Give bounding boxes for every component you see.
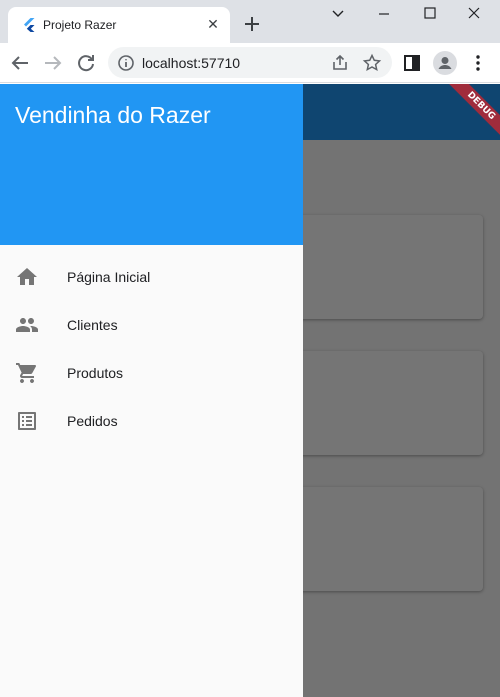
share-icon[interactable] bbox=[330, 53, 350, 73]
drawer-title: Vendinha do Razer bbox=[15, 102, 211, 128]
new-tab-icon[interactable] bbox=[240, 12, 264, 36]
menu-item-label: Produtos bbox=[67, 365, 124, 381]
info-icon[interactable] bbox=[117, 54, 135, 72]
more-menu-icon[interactable] bbox=[466, 51, 490, 75]
profile-avatar[interactable] bbox=[433, 51, 457, 75]
forward-icon[interactable] bbox=[41, 51, 65, 75]
list-icon bbox=[18, 412, 36, 430]
chevron-down-icon[interactable] bbox=[320, 2, 356, 24]
reload-icon[interactable] bbox=[74, 51, 98, 75]
people-icon bbox=[16, 318, 38, 332]
menu-item-home[interactable]: Página Inicial bbox=[0, 253, 303, 301]
tab-title: Projeto Razer bbox=[43, 18, 117, 32]
menu-item-label: Pedidos bbox=[67, 413, 118, 429]
star-icon[interactable] bbox=[362, 53, 382, 73]
minimize-icon[interactable] bbox=[366, 2, 402, 24]
menu-item-label: Página Inicial bbox=[67, 269, 151, 285]
navigation-drawer: Vendinha do Razer Página Inicial Cliente… bbox=[0, 84, 303, 697]
url-text: localhost:57710 bbox=[142, 55, 241, 71]
flutter-icon bbox=[24, 18, 35, 32]
home-icon bbox=[17, 268, 37, 285]
menu-item-label: Clientes bbox=[67, 317, 118, 333]
menu-item-orders[interactable]: Pedidos bbox=[0, 397, 303, 445]
menu-item-clients[interactable]: Clientes bbox=[0, 301, 303, 349]
close-tab-icon[interactable]: ✕ bbox=[204, 15, 222, 33]
maximize-icon[interactable] bbox=[412, 2, 448, 24]
browser-tab[interactable]: Projeto Razer ✕ bbox=[8, 7, 230, 43]
cart-icon bbox=[16, 363, 37, 383]
side-panel-icon[interactable] bbox=[400, 51, 424, 75]
drawer-header: Vendinha do Razer bbox=[0, 84, 303, 245]
menu-item-products[interactable]: Produtos bbox=[0, 349, 303, 397]
app-viewport: DEBUG Vendinha do Razer Página Inicial C… bbox=[0, 84, 500, 697]
browser-tabstrip: Projeto Razer ✕ bbox=[0, 0, 500, 43]
close-window-icon[interactable] bbox=[456, 2, 492, 24]
back-icon[interactable] bbox=[8, 51, 32, 75]
person-icon bbox=[438, 57, 452, 69]
address-bar[interactable]: localhost:57710 bbox=[108, 47, 392, 78]
browser-toolbar: localhost:57710 bbox=[0, 43, 500, 83]
